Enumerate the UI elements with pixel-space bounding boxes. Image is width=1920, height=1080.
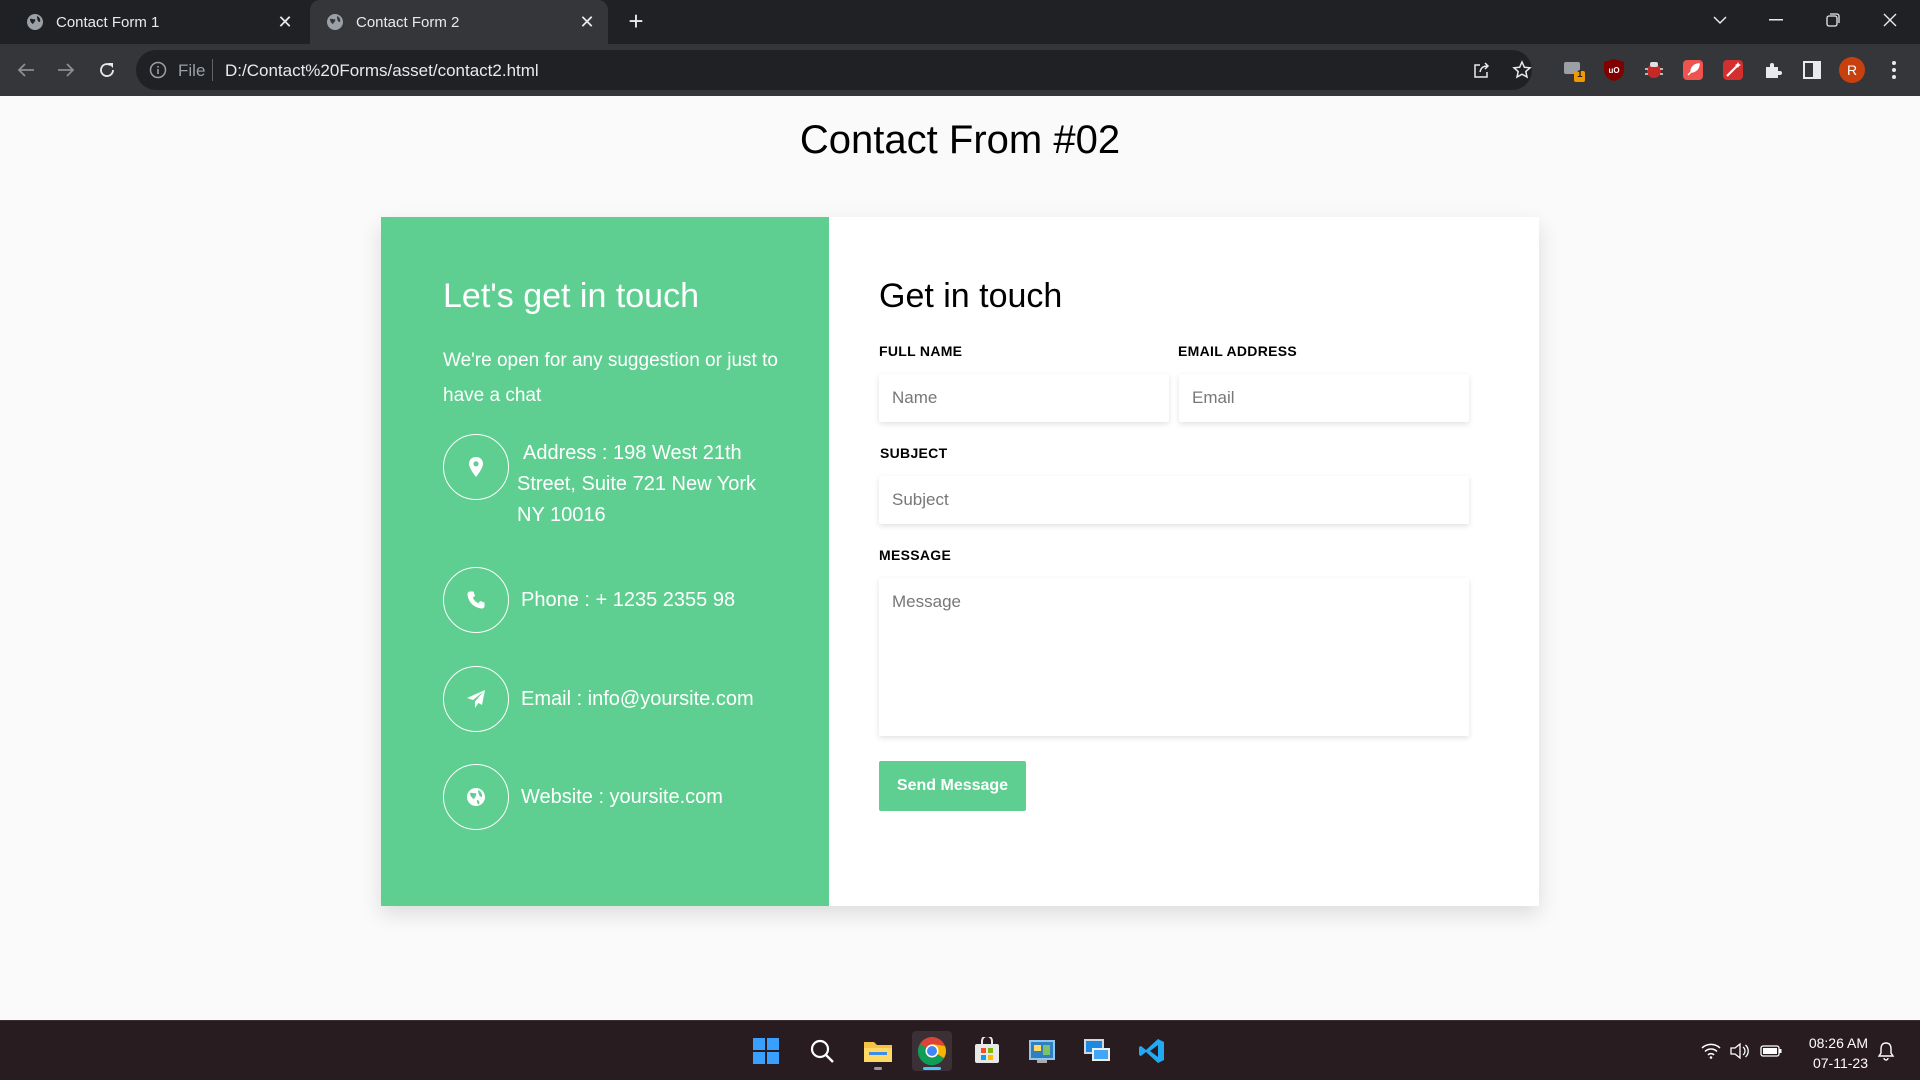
close-window-icon[interactable] xyxy=(1862,0,1918,40)
full-name-label: FULL NAME xyxy=(879,343,963,359)
site-info-icon[interactable] xyxy=(148,60,168,80)
contact-info-panel: Let's get in touch We're open for any su… xyxy=(381,217,829,906)
phone-icon xyxy=(443,567,509,633)
extension-camera-icon[interactable]: 1 xyxy=(1560,56,1588,84)
vscode-icon[interactable] xyxy=(1132,1031,1172,1071)
message-label: MESSAGE xyxy=(879,547,952,563)
tab-contact-form-1[interactable]: Contact Form 1 ✕ xyxy=(10,0,306,44)
info-item-website: Website : yoursite.com xyxy=(443,764,803,830)
info-phone-text: Phone : + 1235 2355 98 xyxy=(521,588,736,611)
info-subtitle: We're open for any suggestion or just to… xyxy=(443,350,778,406)
subject-label: SUBJECT xyxy=(880,445,948,461)
control-panel-icon[interactable] xyxy=(1022,1031,1062,1071)
form-heading: Get in touch xyxy=(879,277,1063,315)
bookmark-star-icon[interactable] xyxy=(1510,58,1534,82)
contact-form-panel: Get in touch FULL NAME EMAIL ADDRESS SUB… xyxy=(829,217,1539,906)
extension-bug-icon[interactable] xyxy=(1640,56,1668,84)
address-bar[interactable]: File D:/Contact%20Forms/asset/contact2.h… xyxy=(136,50,1532,90)
file-explorer-icon[interactable] xyxy=(858,1031,898,1071)
browser-menu-icon[interactable] xyxy=(1880,56,1908,84)
profile-avatar[interactable]: R xyxy=(1838,56,1866,84)
back-arrow-icon[interactable] xyxy=(10,54,42,86)
email-input[interactable] xyxy=(1179,374,1469,422)
page-title: Contact From #02 xyxy=(799,118,1121,162)
running-indicator xyxy=(874,1067,882,1070)
globe-favicon-icon xyxy=(26,13,44,31)
tab-title: Contact Form 2 xyxy=(356,13,460,31)
email-address-label: EMAIL ADDRESS xyxy=(1178,343,1298,359)
extension-wand-icon[interactable] xyxy=(1719,56,1747,84)
globe-favicon-icon xyxy=(326,13,344,31)
forward-arrow-icon[interactable] xyxy=(50,54,82,86)
remote-desktop-icon[interactable] xyxy=(1077,1031,1117,1071)
message-textarea[interactable] xyxy=(879,578,1469,736)
info-heading: Let's get in touch xyxy=(443,277,699,315)
svg-text:uO: uO xyxy=(1608,66,1619,75)
info-item-address: Address : 198 West 21th Street, Suite 72… xyxy=(443,434,803,531)
profile-initial: R xyxy=(1839,57,1865,83)
info-address-text: Address : 198 West 21th Street, Suite 72… xyxy=(517,442,757,526)
extensions-puzzle-icon[interactable] xyxy=(1759,56,1787,84)
clock-time: 08:26 AM xyxy=(1808,1035,1868,1051)
info-item-email: Email : info@yoursite.com xyxy=(443,666,803,732)
subject-input[interactable] xyxy=(879,476,1469,524)
info-item-phone: Phone : + 1235 2355 98 xyxy=(443,567,803,633)
reload-icon[interactable] xyxy=(91,54,123,86)
full-name-input[interactable] xyxy=(879,374,1169,422)
system-clock[interactable]: 08:26 AM 07-11-23 xyxy=(1794,1033,1868,1073)
volume-icon[interactable] xyxy=(1729,1041,1751,1061)
extension-rocket-icon[interactable] xyxy=(1679,56,1707,84)
tab-title: Contact Form 1 xyxy=(56,13,160,31)
tab-close-icon[interactable]: ✕ xyxy=(576,11,598,33)
send-message-button[interactable]: Send Message xyxy=(879,761,1026,811)
microsoft-store-icon[interactable] xyxy=(967,1031,1007,1071)
side-panel-icon[interactable] xyxy=(1798,56,1826,84)
new-tab-button[interactable]: + xyxy=(622,8,650,35)
tab-contact-form-2[interactable]: Contact Form 2 ✕ xyxy=(310,0,608,44)
minimize-icon[interactable] xyxy=(1748,0,1804,40)
globe-icon xyxy=(443,764,509,830)
info-email-text: Email : info@yoursite.com xyxy=(521,687,754,710)
chrome-icon[interactable] xyxy=(912,1031,952,1071)
active-indicator xyxy=(923,1067,941,1070)
info-website-text: Website : yoursite.com xyxy=(521,785,723,808)
tab-search-chevron-icon[interactable] xyxy=(1692,0,1748,40)
browser-toolbar: File D:/Contact%20Forms/asset/contact2.h… xyxy=(0,44,1920,96)
start-windows-icon[interactable] xyxy=(746,1031,786,1071)
ublock-origin-icon[interactable]: uO xyxy=(1600,56,1628,84)
browser-tab-strip: Contact Form 1 ✕ Contact Form 2 ✕ + xyxy=(0,0,1920,44)
paper-plane-icon xyxy=(443,666,509,732)
tab-close-icon[interactable]: ✕ xyxy=(274,11,296,33)
notification-bell-icon[interactable] xyxy=(1875,1041,1897,1061)
contact-card: Let's get in touch We're open for any su… xyxy=(381,217,1539,906)
restore-icon[interactable] xyxy=(1805,0,1861,40)
wifi-icon[interactable] xyxy=(1700,1041,1722,1061)
address-separator xyxy=(212,59,213,81)
share-icon[interactable] xyxy=(1470,58,1494,82)
address-url[interactable]: D:/Contact%20Forms/asset/contact2.html xyxy=(225,61,539,81)
clock-date: 07-11-23 xyxy=(1812,1055,1868,1071)
map-pin-icon xyxy=(443,434,509,500)
search-icon[interactable] xyxy=(802,1031,842,1071)
address-scheme-label: File xyxy=(178,61,206,80)
windows-taskbar: 08:26 AM 07-11-23 xyxy=(0,1020,1920,1080)
battery-icon[interactable] xyxy=(1760,1041,1782,1061)
extension-badge: 1 xyxy=(1577,69,1583,80)
